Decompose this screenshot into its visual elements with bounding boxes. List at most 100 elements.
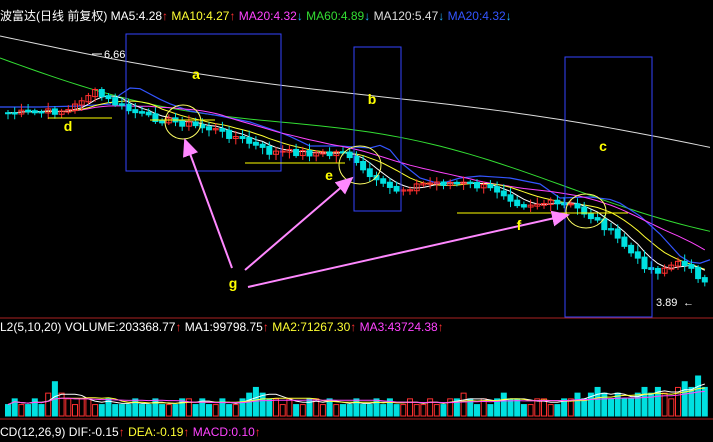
volume-bar: [641, 386, 648, 417]
candle-body: [112, 97, 119, 106]
candle-body: [366, 168, 373, 178]
candle-body: [306, 150, 313, 157]
arrow-up-icon: ↑: [183, 425, 190, 439]
arrow-up-icon: ↑: [229, 9, 236, 23]
candle-body: [594, 217, 601, 221]
candle-body: [695, 266, 702, 280]
indicator-value: MA20:4.32: [447, 9, 506, 23]
candle-body: [145, 111, 152, 116]
volume-bar: [661, 392, 668, 417]
indicator-value: MA120:5.47: [373, 9, 439, 23]
indicator-value: MA1:99798.75: [184, 320, 263, 334]
candle-body: [326, 151, 333, 157]
volume-bar: [112, 404, 119, 417]
candle-body: [380, 178, 387, 184]
volume-bar: [232, 404, 239, 417]
indicator-value: CD(12,26,9) DIF:-0.15: [0, 425, 119, 439]
volume-bar: [31, 398, 38, 417]
candle-body: [192, 121, 199, 127]
candle-body: [346, 151, 353, 159]
volume-bar: [340, 404, 346, 417]
annotation-label-c: c: [599, 138, 607, 154]
main-indicator-header: 波富达(日线 前复权) MA5:4.28↑ MA10:4.27↑ MA20:4.…: [0, 8, 512, 24]
candle-body: [614, 228, 621, 239]
candle-body: [688, 263, 695, 269]
volume-bar: [527, 404, 534, 417]
candle-body: [132, 109, 139, 114]
volume-bar: [219, 398, 226, 417]
annotation-label-g: g: [229, 275, 238, 291]
volume-bar: [474, 404, 480, 417]
volume-bar: [695, 375, 702, 417]
candle-body: [360, 160, 367, 171]
candle-body: [487, 184, 494, 189]
volume-bar: [681, 381, 688, 417]
volume-bar: [279, 404, 286, 417]
volume-bar: [246, 392, 253, 417]
volume-bar: [554, 404, 561, 417]
volume-bar: [581, 398, 588, 417]
indicator-value: MA5:4.28: [110, 9, 163, 23]
indicator-value: MA2:71267.30: [272, 320, 351, 334]
candle-body: [206, 126, 212, 131]
candle-body: [25, 109, 32, 113]
candle-body: [31, 110, 38, 114]
annotation-box-a: [125, 33, 282, 172]
volume-bar: [360, 404, 367, 417]
volume-bar: [594, 386, 601, 417]
arrow-down-icon: ↓: [364, 9, 371, 23]
volume-bar: [366, 404, 373, 417]
volume-bar: [145, 404, 152, 417]
candle-body: [393, 185, 400, 192]
volume-bar: [259, 392, 266, 417]
candle-body: [266, 145, 273, 155]
low-price-label: 3.89: [656, 297, 677, 309]
stock-chart: a b c d e f g 6.66 3.89 ←: [0, 33, 713, 420]
volume-bar: [440, 404, 447, 417]
candle-body: [520, 204, 527, 208]
volume-bar: [507, 398, 514, 417]
annotation-label-d: d: [64, 118, 73, 134]
volume-bar: [520, 404, 527, 417]
volume-bar: [688, 386, 695, 417]
candle-body: [353, 156, 360, 163]
volume-bar: [45, 392, 52, 417]
volume-bar: [407, 398, 413, 417]
volume-bar: [118, 404, 125, 417]
candle-body: [386, 181, 393, 188]
volume-bar: [293, 404, 300, 417]
annotation-label-e: e: [325, 167, 333, 183]
candle-body: [5, 112, 11, 115]
candle-body: [467, 181, 474, 184]
candle-body: [118, 103, 125, 106]
arrow-up-icon: ↑: [254, 425, 261, 439]
arrow-up-icon: ↑: [162, 9, 169, 23]
volume-bar: [427, 398, 434, 417]
arrow-up-icon: ↑: [118, 425, 125, 439]
candle-body: [621, 236, 628, 247]
candle-body: [179, 120, 186, 127]
volume-bar: [400, 404, 407, 417]
volume-bar: [601, 392, 608, 417]
candle-body: [219, 128, 226, 132]
volume-bar: [92, 404, 99, 417]
candle-body: [681, 260, 688, 266]
candle-body: [634, 251, 641, 259]
volume-bar: [608, 398, 614, 417]
arrow-up-icon: ↑: [437, 320, 444, 334]
volume-bar: [132, 398, 139, 417]
candle-body: [554, 199, 561, 205]
volume-bar: [413, 404, 420, 417]
candle-body: [239, 136, 246, 140]
arrow-up-icon: ↑: [175, 320, 182, 334]
volume-bar: [125, 404, 132, 417]
indicator-value: MA3:43724.38: [359, 320, 438, 334]
ma20-blue-line: [0, 87, 711, 264]
arrow-down-icon: ↓: [438, 9, 445, 23]
volume-bar: [206, 404, 212, 417]
volume-bar: [547, 404, 554, 417]
volume-bar: [668, 398, 675, 417]
stock-name: 波富达(日线 前复权): [0, 9, 108, 23]
candle-body: [139, 111, 145, 114]
ma5-line: [7, 95, 706, 271]
